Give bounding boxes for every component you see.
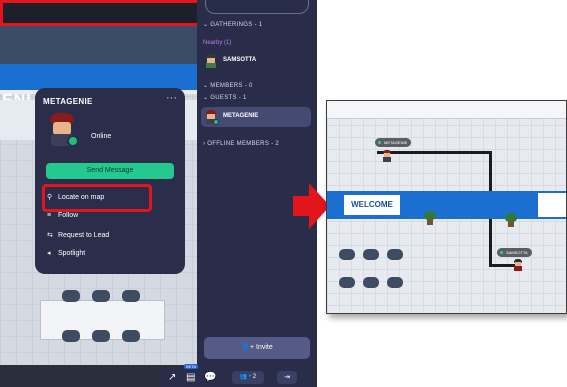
online-status-label: Online xyxy=(91,133,112,140)
nearby-label: Nearby (1) xyxy=(203,40,232,46)
route-line xyxy=(489,219,492,267)
invite-button[interactable]: 👤+ Invite xyxy=(204,337,310,359)
request-lead-icon: ⇆ xyxy=(47,232,53,239)
zoomed-map-view: WELCOME METAGENIE SAMSOTTA xyxy=(326,100,567,314)
chair xyxy=(363,277,379,288)
avatar xyxy=(205,54,217,68)
route-line xyxy=(489,151,492,193)
follow-icon: ≡ xyxy=(47,212,52,219)
chevron-right-icon: › xyxy=(203,141,206,147)
member-row-samsotta[interactable]: SAMSOTTA xyxy=(201,51,311,71)
chair xyxy=(339,249,355,260)
guests-section-header[interactable]: ⌄ GUESTS - 1 xyxy=(203,94,247,101)
spotlight-item[interactable]: ◂ Spotlight xyxy=(47,249,85,257)
members-section-header[interactable]: ⌄ MEMBERS - 0 xyxy=(203,82,253,89)
follow-label: Follow xyxy=(57,212,79,219)
people-count: 2 xyxy=(252,374,257,380)
chair xyxy=(387,277,403,288)
invite-button-label: Invite xyxy=(256,344,273,351)
gatherings-section-header[interactable]: ⌄ GATHERINGS - 1 xyxy=(203,21,262,28)
leave-icon: ⇥ xyxy=(284,374,290,381)
map-top-wall xyxy=(327,101,566,119)
chair xyxy=(387,249,403,260)
welcome-sign: WELCOME xyxy=(344,195,400,215)
online-status-dot xyxy=(213,119,219,125)
wall-panel xyxy=(538,193,566,217)
member-name: SAMSOTTA xyxy=(223,57,257,63)
guests-section-label: GUESTS - 1 xyxy=(210,95,247,101)
route-line xyxy=(377,151,492,154)
plant-decoration xyxy=(505,213,517,227)
chair xyxy=(363,249,379,260)
calendar-icon[interactable]: ▤ xyxy=(186,372,195,383)
player-avatar xyxy=(382,150,392,162)
online-count-dot: • xyxy=(249,374,252,380)
build-tool-icon[interactable]: ↗ xyxy=(168,372,176,383)
online-status-dot xyxy=(67,135,79,147)
member-name: METAGENIE xyxy=(223,113,259,119)
people-icon: 👥 xyxy=(239,374,248,380)
follow-item[interactable]: ≡ Follow xyxy=(47,212,78,219)
search-input[interactable] xyxy=(205,0,309,14)
leave-button[interactable]: ⇥ xyxy=(277,371,297,384)
more-icon[interactable]: ··· xyxy=(166,92,177,104)
chair xyxy=(92,330,110,342)
chair xyxy=(62,330,80,342)
chair xyxy=(122,290,140,302)
chevron-down-icon: ⌄ xyxy=(203,22,209,28)
request-to-lead-item[interactable]: ⇆ Request to Lead xyxy=(47,231,109,239)
chevron-down-icon: ⌄ xyxy=(203,95,209,101)
beta-badge: BETA xyxy=(184,364,199,369)
send-message-button[interactable]: Send Message xyxy=(46,163,174,179)
members-section-label: MEMBERS - 0 xyxy=(210,83,253,89)
chevron-down-icon: ⌄ xyxy=(203,83,209,89)
avatar xyxy=(205,110,219,125)
chair xyxy=(62,290,80,302)
chair xyxy=(92,290,110,302)
avatar xyxy=(47,113,79,147)
people-button[interactable]: 👥 • 2 xyxy=(232,371,264,384)
offline-members-section-header[interactable]: › OFFLINE MEMBERS - 2 xyxy=(203,141,279,147)
chair xyxy=(339,277,355,288)
player-tag-samsotta: SAMSOTTA xyxy=(497,248,532,257)
popup-username: METAGENIE xyxy=(43,97,93,106)
profile-popup: METAGENIE ··· Online Send Message ⚲ Loca… xyxy=(35,88,185,274)
plant-decoration xyxy=(424,211,436,225)
request-to-lead-label: Request to Lead xyxy=(57,232,110,239)
chair xyxy=(122,330,140,342)
offline-members-section-label: OFFLINE MEMBERS - 2 xyxy=(207,141,279,147)
spotlight-label: Spotlight xyxy=(57,250,86,257)
bottom-toolbar: ↗ ▤ BETA 💬 👥 • 2 ⇥ xyxy=(160,364,317,387)
player-avatar xyxy=(513,259,523,271)
gatherings-section-label: GATHERINGS - 1 xyxy=(210,22,263,28)
member-row-metagenie[interactable]: METAGENIE xyxy=(201,107,311,127)
player-tag-metagenie: METAGENIE xyxy=(375,138,412,147)
chat-icon[interactable]: 💬 xyxy=(204,372,216,383)
locate-highlight-box xyxy=(42,184,152,212)
add-user-icon: 👤+ xyxy=(241,344,255,351)
spotlight-icon: ◂ xyxy=(47,250,51,257)
